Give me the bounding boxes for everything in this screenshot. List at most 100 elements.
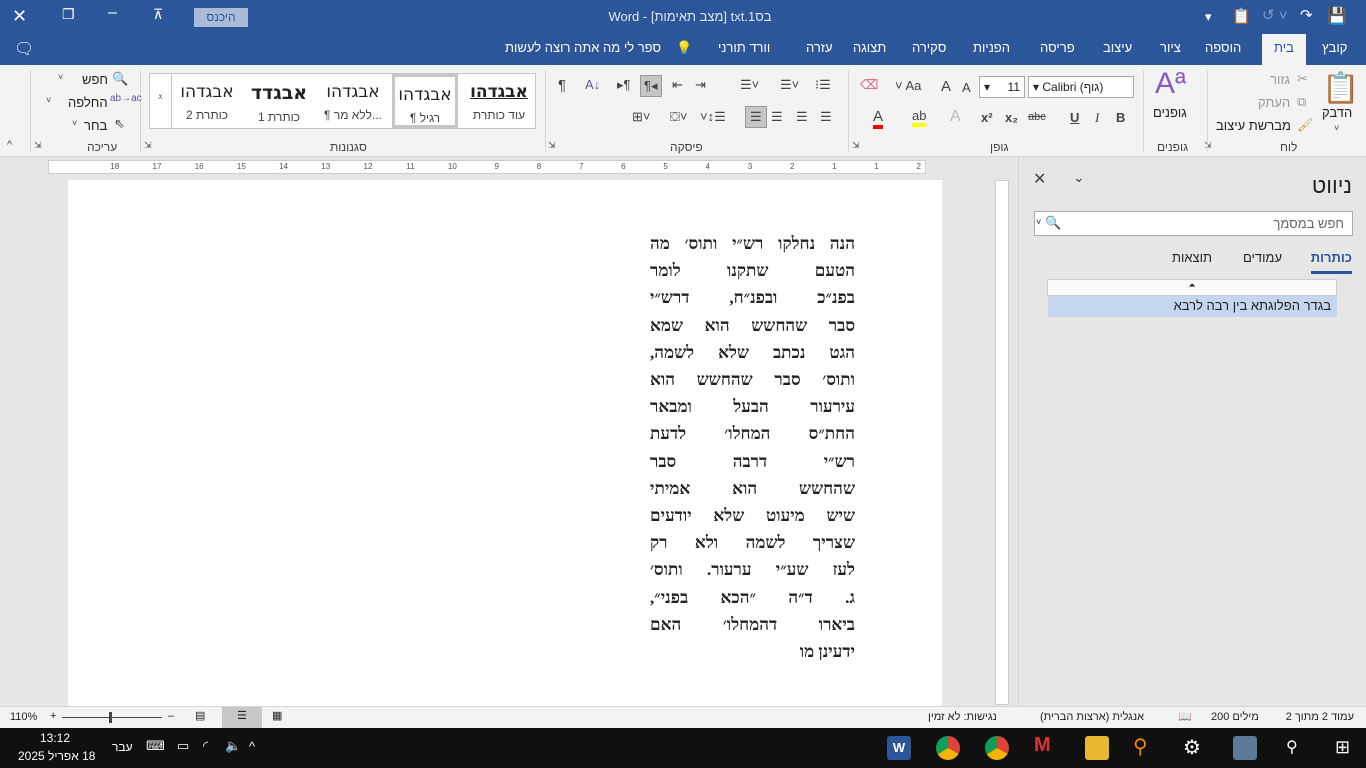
align-left-button[interactable]: ☰ [771, 109, 783, 125]
select-button[interactable]: בחר [84, 118, 107, 133]
document-line[interactable]: רש״י דרבה סבר [650, 448, 855, 475]
print-layout-button[interactable]: ☰ [222, 707, 262, 728]
nav-heading-item[interactable]: בגדר הפלוגתא בין רבה לרבא [1048, 296, 1337, 317]
style-heading-1[interactable]: אבגדד כותרת 1 [246, 74, 312, 128]
collapse-ribbon-icon[interactable]: ^ [7, 139, 12, 151]
document-line[interactable]: הגט נכתב שלא לשמה, [650, 339, 855, 366]
close-button[interactable]: ✕ [12, 6, 27, 27]
change-case-button[interactable]: ˅ Aa [895, 78, 921, 93]
line-spacing-icon[interactable]: ˅↕☰ [700, 109, 726, 125]
clear-formatting-icon[interactable]: ⌫ [860, 77, 878, 93]
page-count[interactable]: עמוד 2 מתוך 2 [1286, 711, 1354, 723]
settings-icon[interactable]: ⚙ [1183, 735, 1201, 760]
language-indicator[interactable]: אנגלית (ארצות הברית) [1040, 711, 1144, 723]
touch-mode-icon[interactable]: 📋 [1232, 7, 1251, 25]
file-explorer-icon[interactable] [1085, 736, 1109, 760]
font-color-icon[interactable]: A [873, 108, 884, 129]
tab-layout[interactable]: פריסה [1040, 40, 1075, 55]
bold-button[interactable]: B [1116, 110, 1125, 125]
ltr-direction-button[interactable]: ▸¶ [617, 77, 631, 93]
superscript-button[interactable]: x² [981, 110, 993, 125]
document-line[interactable]: הטעם שתקנו לומר [650, 257, 855, 284]
accessibility-status[interactable]: נגישות: לא זמין [928, 711, 997, 723]
restore-button[interactable]: ❐ [62, 6, 75, 23]
shading-icon[interactable]: ⛋˅ [670, 109, 688, 125]
font-name-dropdown[interactable]: ▾ Calibri (גוף) [1028, 76, 1134, 98]
style-no-spacing[interactable]: אבגדהו ¶ ללא מר... [320, 74, 386, 128]
battery-icon[interactable]: ▭ [177, 738, 189, 754]
close-nav-pane-icon[interactable]: ✕ [1033, 169, 1046, 189]
minimize-button[interactable]: – [108, 4, 117, 22]
paste-button[interactable]: הדבק [1322, 105, 1352, 120]
show-hidden-icons[interactable]: ^ [249, 739, 255, 754]
undo-icon[interactable]: ↺ ˅ [1262, 6, 1288, 24]
chrome-icon[interactable] [985, 736, 1009, 760]
tab-references[interactable]: הפניות [973, 40, 1010, 55]
touch-keyboard-icon[interactable]: ⌨ [146, 738, 165, 754]
document-line[interactable]: הנה נחלקו רש״י ותוס׳ מה [650, 230, 855, 257]
tab-file[interactable]: קובץ [1322, 40, 1347, 55]
decrease-indent-icon[interactable]: ⇤ [672, 77, 683, 93]
search-app-icon[interactable]: ⚲ [1133, 734, 1148, 759]
wifi-icon[interactable]: ◜ [203, 738, 208, 754]
start-button[interactable]: ⊞ [1335, 737, 1350, 758]
fonts-icon[interactable]: Aª [1155, 67, 1186, 101]
numbering-icon[interactable]: ☰˅ [780, 77, 799, 93]
rtl-direction-button[interactable]: ¶◂ [640, 75, 662, 97]
document-line[interactable]: ביארו דהמחלו׳ האם [650, 611, 855, 638]
chrome-profile-icon[interactable] [936, 736, 960, 760]
zoom-out-button[interactable]: – [168, 710, 174, 722]
bullets-icon[interactable]: ⁝☰ [815, 77, 831, 93]
tab-insert[interactable]: הוספה [1205, 40, 1241, 55]
font-launcher-icon[interactable]: ⇲ [852, 140, 860, 151]
web-layout-icon[interactable]: ▦ [272, 709, 282, 722]
volume-icon[interactable]: 🔈 [225, 738, 241, 754]
document-line[interactable]: שיש מיעוט שלא יודעים [650, 502, 855, 529]
styles-launcher-icon[interactable]: ⇲ [144, 140, 152, 151]
gmail-icon[interactable]: M [1034, 734, 1051, 757]
show-marks-icon[interactable]: ¶ [558, 77, 566, 94]
tab-view[interactable]: תצוגה [853, 40, 886, 55]
document-line[interactable]: סבר שהחשש הוא שמא [650, 312, 855, 339]
document-line[interactable]: החת״ס המחלו׳ לדעת [650, 420, 855, 447]
replace-button[interactable]: החלפה [68, 95, 108, 110]
redo-icon[interactable]: ↷ [1300, 6, 1313, 24]
save-icon[interactable]: 💾 [1327, 6, 1347, 26]
cut-button[interactable]: גזור [1270, 72, 1290, 87]
font-size-dropdown[interactable]: ▾ 11 [979, 76, 1025, 98]
document-line[interactable]: שצריך לשמה ולא רק [650, 529, 855, 556]
nav-options-chevron-icon[interactable]: ⌄ [1073, 169, 1085, 186]
document-line[interactable]: לעז שע״י ערעור. ותוס׳ [650, 556, 855, 583]
tell-me-input[interactable]: ספר לי מה אתה רוצה לעשות [505, 40, 661, 55]
paste-dropdown-icon[interactable]: ˅ [1334, 123, 1339, 133]
borders-icon[interactable]: ⊞˅ [632, 109, 650, 125]
shrink-font-icon[interactable]: A [962, 80, 971, 95]
format-painter-button[interactable]: מברשת עיצוב [1216, 118, 1291, 133]
nav-tab-results[interactable]: תוצאות [1172, 250, 1212, 265]
vertical-ruler[interactable] [995, 180, 1009, 705]
customize-qat-icon[interactable]: ▾ [1205, 9, 1212, 25]
subscript-button[interactable]: x₂ [1005, 110, 1018, 125]
styles-more-button[interactable]: ⩡ [150, 74, 172, 128]
select-dropdown-icon[interactable]: ˅ [72, 118, 77, 128]
document-page[interactable]: הנה נחלקו רש״י ותוס׳ מה הטעם שתקנו לומר בפ… [68, 180, 942, 706]
document-line[interactable]: עירעור הבעל ומבאר [650, 393, 855, 420]
collapse-all-headings-icon[interactable]: ⏶ [1047, 279, 1337, 296]
search-options-icon[interactable]: ˅ [1036, 217, 1041, 227]
highlight-color-icon[interactable]: ab [912, 108, 927, 127]
search-taskbar-icon[interactable]: ⚲ [1286, 737, 1298, 757]
document-line[interactable]: ג. ד״ה ״הכא בפני״, [650, 584, 855, 611]
style-normal[interactable]: אבגדהו ¶ רגיל [392, 74, 458, 128]
zoom-level[interactable]: 110% [10, 711, 37, 723]
nav-search-input[interactable]: חפש במסמך [1273, 216, 1344, 231]
input-language[interactable]: עבר [112, 740, 133, 754]
proofing-icon[interactable]: 📖 [1178, 710, 1192, 723]
search-icon[interactable]: 🔍 [1045, 215, 1061, 231]
ribbon-display-options-button[interactable]: ⊼ [153, 6, 163, 23]
style-heading-2[interactable]: אבגדהו כותרת 2 [174, 74, 240, 128]
strikethrough-button[interactable]: abc [1028, 111, 1046, 123]
document-line[interactable]: בפנ״כ ובפנ״ח, דרש״י [650, 284, 855, 311]
find-button[interactable]: חפש [82, 72, 108, 87]
clock-time[interactable]: 13:12 [40, 731, 70, 745]
grow-font-icon[interactable]: A [941, 78, 951, 95]
